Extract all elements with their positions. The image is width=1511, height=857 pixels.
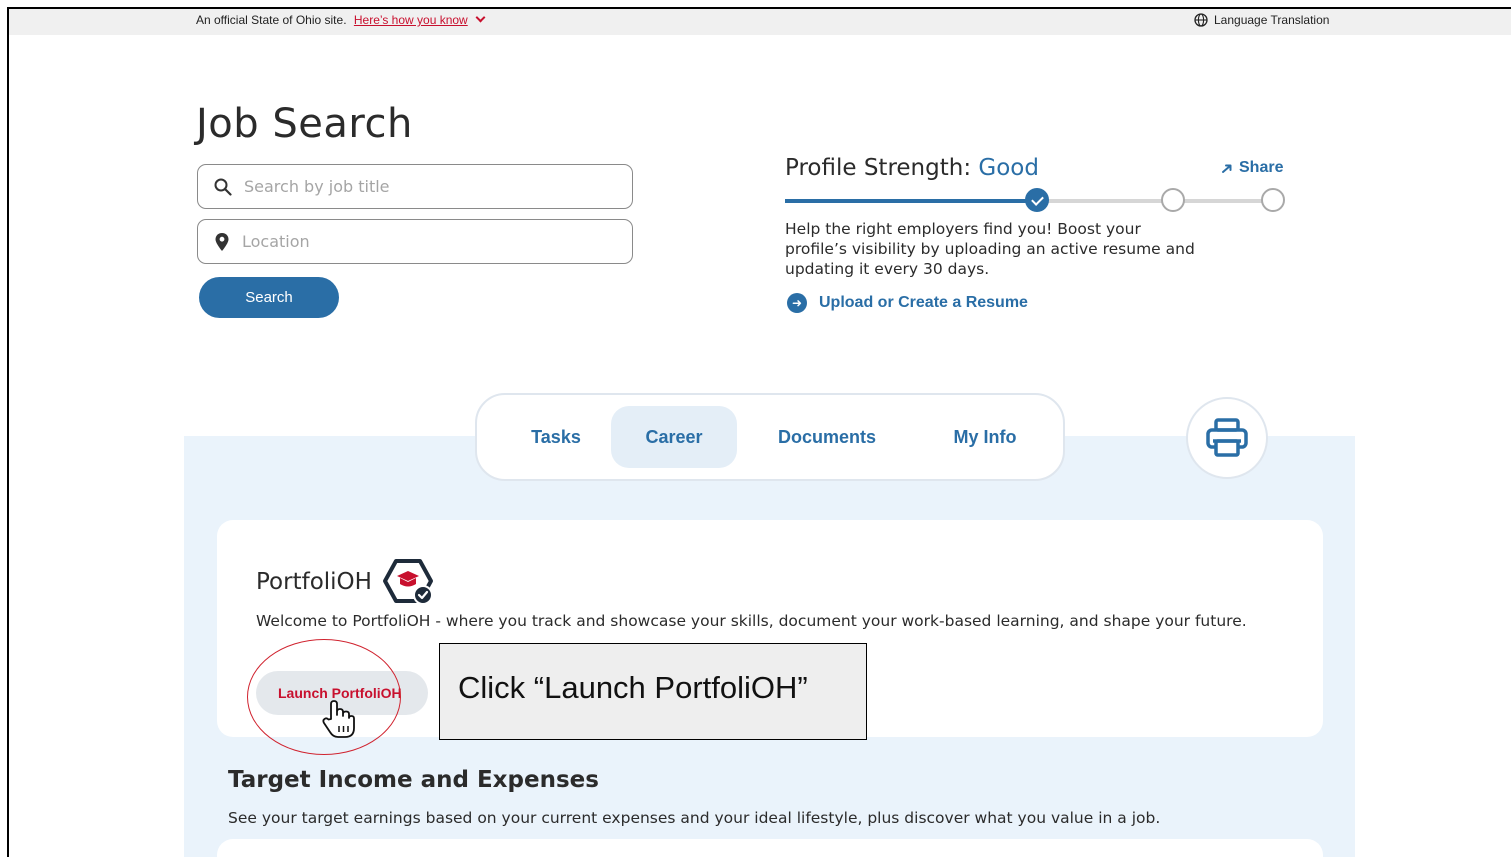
tab-my-info[interactable]: My Info bbox=[917, 406, 1053, 468]
portfolioh-badge-icon bbox=[382, 559, 433, 605]
share-button[interactable]: Share bbox=[1221, 159, 1283, 177]
upload-resume-link[interactable]: ➜ Upload or Create a Resume bbox=[787, 293, 1028, 313]
search-icon bbox=[214, 178, 232, 196]
portfolioh-title: PortfoliOH bbox=[256, 569, 372, 595]
profile-strength-label: Profile Strength: bbox=[785, 155, 979, 181]
profile-strength-heading: Profile Strength: Good bbox=[785, 155, 1039, 181]
dashboard-tabs: Tasks Career Documents My Info bbox=[475, 393, 1065, 481]
instruction-callout: Click “Launch PortfoliOH” bbox=[439, 643, 867, 740]
language-translation-button[interactable]: Language Translation bbox=[1194, 13, 1329, 27]
print-button[interactable] bbox=[1186, 397, 1268, 479]
profile-step-good-check-icon bbox=[1025, 188, 1049, 212]
language-translation-label: Language Translation bbox=[1214, 13, 1330, 27]
printer-icon bbox=[1206, 418, 1248, 457]
target-income-description: See your target earnings based on your c… bbox=[228, 809, 1161, 827]
target-income-title: Target Income and Expenses bbox=[228, 767, 599, 793]
profile-strength-level: Good bbox=[978, 155, 1039, 181]
chevron-down-icon[interactable] bbox=[475, 12, 486, 23]
globe-icon bbox=[1194, 13, 1208, 27]
screenshot-frame: An official State of Ohio site. Here’s h… bbox=[7, 7, 1511, 857]
pointer-hand-icon bbox=[322, 700, 355, 738]
page-title: Job Search bbox=[196, 101, 413, 147]
official-site-text: An official State of Ohio site. bbox=[196, 13, 347, 27]
tab-career[interactable]: Career bbox=[611, 406, 737, 468]
target-income-card bbox=[217, 839, 1323, 857]
profile-strength-meter bbox=[785, 188, 1285, 212]
location-input[interactable] bbox=[242, 232, 602, 251]
official-site-banner: An official State of Ohio site. Here’s h… bbox=[9, 9, 1511, 35]
profile-step-better bbox=[1161, 188, 1185, 212]
profile-strength-description: Help the right employers find you! Boost… bbox=[785, 220, 1195, 278]
official-site-notice: An official State of Ohio site. Here’s h… bbox=[196, 12, 486, 27]
profile-step-best bbox=[1261, 188, 1285, 212]
tab-tasks[interactable]: Tasks bbox=[501, 406, 611, 468]
search-button[interactable]: Search bbox=[199, 277, 339, 318]
share-label: Share bbox=[1239, 159, 1284, 176]
tab-documents[interactable]: Documents bbox=[737, 406, 917, 468]
share-arrow-icon bbox=[1222, 164, 1232, 173]
location-pin-icon bbox=[215, 232, 229, 251]
location-search-field[interactable] bbox=[197, 219, 633, 264]
job-title-input[interactable] bbox=[244, 177, 604, 196]
upload-resume-label: Upload or Create a Resume bbox=[819, 294, 1028, 311]
profile-strength-fill bbox=[785, 199, 1040, 203]
portfolioh-heading: PortfoliOH bbox=[256, 557, 436, 607]
how-you-know-link[interactable]: Here’s how you know bbox=[354, 13, 468, 27]
arrow-right-circle-icon: ➜ bbox=[787, 293, 807, 313]
job-title-search-field[interactable] bbox=[197, 164, 633, 209]
portfolioh-description: Welcome to PortfoliOH - where you track … bbox=[256, 612, 1247, 630]
